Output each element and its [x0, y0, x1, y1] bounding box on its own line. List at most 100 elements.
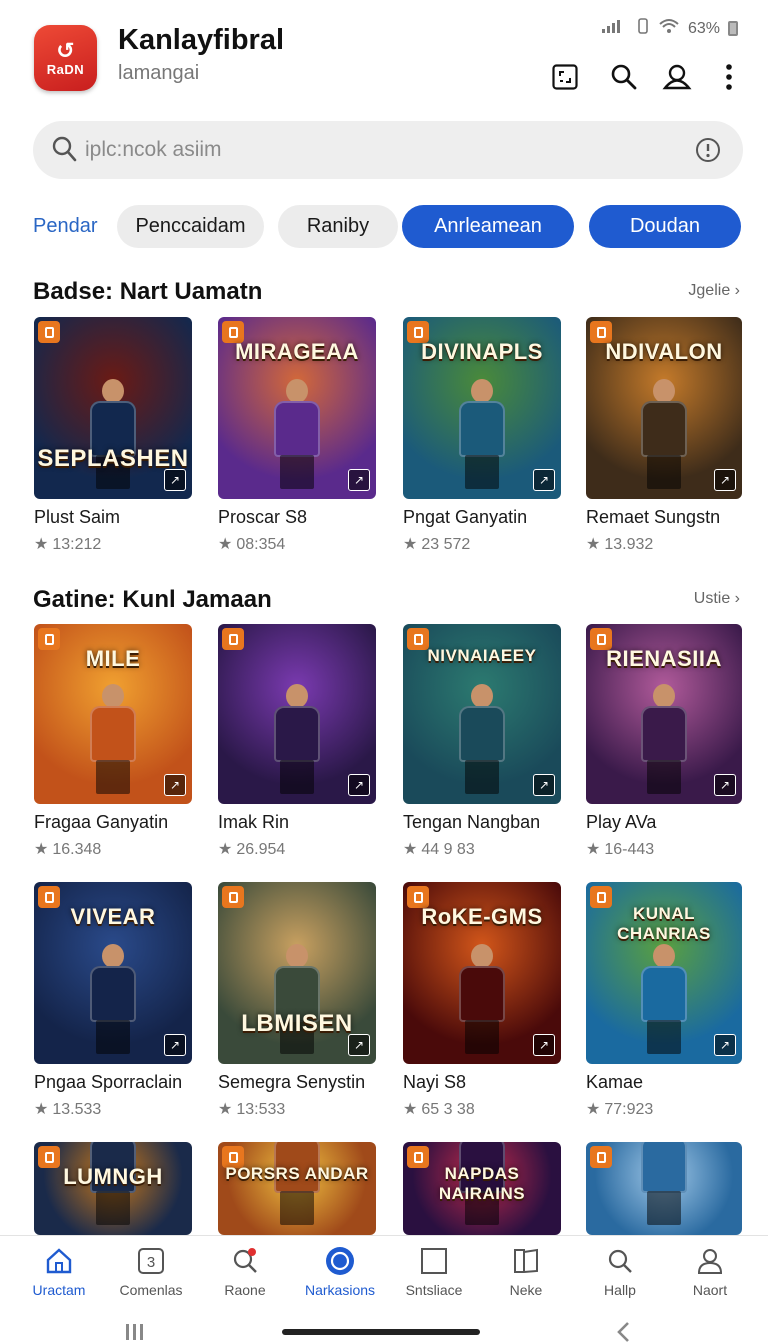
- game-rating: ★ 77:923: [586, 1099, 653, 1119]
- game-art-title: NAPDAS NAIRAINS: [438, 1164, 526, 1203]
- game-tile[interactable]: SEPLASHEN ↗: [34, 317, 192, 499]
- game-tile[interactable]: RoKE-GMS ↗: [403, 882, 561, 1064]
- recents-icon[interactable]: [124, 1323, 146, 1344]
- filter-tab-first[interactable]: Pendar: [33, 215, 98, 238]
- rating-value: 26.954: [236, 841, 286, 858]
- game-rating: ★ 16.348: [34, 839, 101, 859]
- section-title: Gatine: Kunl Jamaan: [33, 586, 272, 613]
- game-name[interactable]: Imak Rin: [218, 812, 289, 833]
- game-name[interactable]: Remaet Sungstn: [586, 507, 720, 528]
- game-name[interactable]: Pngat Ganyatin: [403, 507, 527, 528]
- game-art-figure: [447, 944, 517, 1054]
- game-art-title: RoKE-GMS: [421, 904, 543, 929]
- game-tile[interactable]: MIRAGEAA ↗: [218, 317, 376, 499]
- more-vert-icon[interactable]: [712, 60, 746, 94]
- game-tile[interactable]: RIENASIIA ↗: [586, 624, 742, 804]
- game-rating: ★ 13.533: [34, 1099, 101, 1119]
- info-icon[interactable]: [695, 137, 721, 168]
- nav-item-raone[interactable]: Raone: [197, 1246, 293, 1306]
- expand-icon[interactable]: ↗: [164, 469, 186, 491]
- game-tile[interactable]: LBMISEN ↗: [218, 882, 376, 1064]
- game-art-title: MIRAGEAA: [235, 339, 359, 364]
- filter-chip[interactable]: Anrleamean: [402, 205, 574, 248]
- back-icon[interactable]: [616, 1321, 632, 1344]
- nav-label: Hallp: [604, 1282, 636, 1298]
- game-tile[interactable]: NAPDAS NAIRAINS: [403, 1142, 561, 1235]
- game-art-figure: [629, 1142, 699, 1225]
- game-art-title: NIVNAIAEEY: [427, 646, 537, 665]
- nav-item-hallp[interactable]: Hallp: [572, 1246, 668, 1306]
- nav-item-sntsliace[interactable]: Sntsliace: [386, 1246, 482, 1306]
- home-handle[interactable]: [282, 1329, 480, 1335]
- store-badge-icon: [222, 886, 244, 908]
- filter-chip[interactable]: Penccaidam: [117, 205, 264, 248]
- nav-item-naort[interactable]: Naort: [662, 1246, 758, 1306]
- search-input[interactable]: [85, 134, 645, 166]
- see-more-link[interactable]: Ustie ›: [694, 590, 740, 608]
- expand-icon[interactable]: ↗: [714, 774, 736, 796]
- game-tile[interactable]: [586, 1142, 742, 1235]
- game-name[interactable]: Semegra Senystin: [218, 1072, 365, 1093]
- game-tile[interactable]: LUMNGH: [34, 1142, 192, 1235]
- rating-value: 23 572: [421, 536, 471, 553]
- expand-icon[interactable]: ↗: [533, 469, 555, 491]
- game-tile[interactable]: DIVINAPLS ↗: [403, 317, 561, 499]
- filter-chip[interactable]: Raniby: [278, 205, 398, 248]
- expand-icon[interactable]: ↗: [533, 774, 555, 796]
- number-3-icon: 3: [136, 1246, 166, 1276]
- game-rating: ★ 13.932: [586, 534, 653, 554]
- game-tile[interactable]: VIVEAR ↗: [34, 882, 192, 1064]
- expand-icon[interactable]: ↗: [348, 774, 370, 796]
- game-name[interactable]: Plust Saim: [34, 507, 120, 528]
- app-subtitle: lamangai: [118, 62, 200, 84]
- expand-icon[interactable]: ↗: [714, 469, 736, 491]
- game-name[interactable]: Pngaa Sporraclain: [34, 1072, 182, 1093]
- game-art-title: VIVEAR: [70, 904, 156, 929]
- star-icon: ★: [403, 841, 418, 858]
- search-icon[interactable]: [607, 60, 641, 94]
- nav-label: Naort: [692, 1282, 728, 1298]
- battery-level: 63%: [687, 19, 720, 37]
- game-art-title: RIENASIIA: [606, 646, 722, 671]
- rating-value: 44 9 83: [421, 841, 475, 858]
- expand-icon[interactable]: ↗: [533, 1034, 555, 1056]
- game-tile[interactable]: ↗: [218, 624, 376, 804]
- game-art-title: KUNAL CHANRIAS: [617, 904, 711, 943]
- game-name[interactable]: Proscar S8: [218, 507, 307, 528]
- expand-icon[interactable]: ↗: [348, 1034, 370, 1056]
- game-tile[interactable]: PORSRS ANDAR: [218, 1142, 376, 1235]
- profile-icon[interactable]: [660, 60, 694, 94]
- nav-label: Narkasions: [304, 1282, 376, 1298]
- game-name[interactable]: Play AVa: [586, 812, 656, 833]
- svg-text:3: 3: [147, 1254, 155, 1271]
- game-tile[interactable]: KUNAL CHANRIAS ↗: [586, 882, 742, 1064]
- game-name[interactable]: Kamae: [586, 1072, 643, 1093]
- game-rating: ★ 16-443: [586, 839, 654, 859]
- filter-chip[interactable]: Doudan: [589, 205, 741, 248]
- nav-item-comenlas[interactable]: 3 Comenlas: [103, 1246, 199, 1306]
- expand-icon[interactable]: ↗: [164, 774, 186, 796]
- game-name[interactable]: Fragaa Ganyatin: [34, 812, 168, 833]
- nav-item-narkasions[interactable]: Narkasions: [292, 1246, 388, 1306]
- game-name[interactable]: Tengan Nangban: [403, 812, 540, 833]
- rating-value: 08:354: [236, 536, 286, 553]
- game-rating: ★ 23 572: [403, 534, 470, 554]
- rating-value: 13:212: [52, 536, 102, 553]
- qr-scan-icon[interactable]: [548, 60, 582, 94]
- game-tile[interactable]: NIVNAIAEEY ↗: [403, 624, 561, 804]
- nav-item-neke[interactable]: Neke: [478, 1246, 574, 1306]
- game-rating: ★ 26.954: [218, 839, 285, 859]
- expand-icon[interactable]: ↗: [164, 1034, 186, 1056]
- game-tile[interactable]: NDIVALON ↗: [586, 317, 742, 499]
- app-title: Kanlayfibral: [118, 24, 284, 56]
- expand-icon[interactable]: ↗: [714, 1034, 736, 1056]
- game-name[interactable]: Nayi S8: [403, 1072, 466, 1093]
- search-bar[interactable]: [33, 121, 743, 179]
- store-badge-icon: [38, 321, 60, 343]
- nav-item-home[interactable]: Uractam: [11, 1246, 107, 1306]
- expand-icon[interactable]: ↗: [348, 469, 370, 491]
- star-icon: ★: [403, 536, 418, 553]
- game-tile[interactable]: MILE ↗: [34, 624, 192, 804]
- see-more-link[interactable]: Jgelie ›: [688, 282, 740, 300]
- game-art-title: DIVINAPLS: [421, 339, 543, 364]
